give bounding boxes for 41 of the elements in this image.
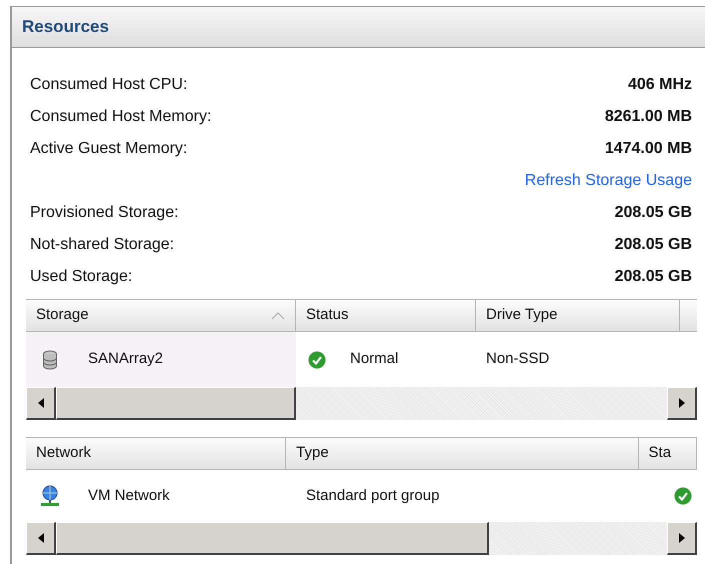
stat-value: 406 MHz bbox=[628, 75, 692, 95]
scrollbar-thumb[interactable] bbox=[56, 522, 489, 555]
stat-label: Provisioned Storage: bbox=[30, 203, 179, 223]
column-header[interactable]: Drive Type bbox=[476, 300, 680, 331]
horizontal-scrollbar[interactable] bbox=[26, 387, 697, 420]
stat-value: 8261.00 MB bbox=[604, 107, 692, 127]
column-header[interactable]: Network bbox=[26, 438, 286, 469]
stat-value: 208.05 GB bbox=[614, 235, 692, 255]
stat-label: Active Guest Memory: bbox=[30, 139, 188, 159]
refresh-storage-link[interactable]: Refresh Storage Usage bbox=[524, 169, 692, 193]
column-header[interactable]: Sta bbox=[638, 438, 697, 469]
scroll-left-button[interactable] bbox=[26, 387, 56, 420]
table-cell: Normal bbox=[296, 332, 476, 387]
left-arrow-icon bbox=[38, 398, 44, 408]
panel-title: Resources bbox=[22, 16, 109, 38]
stat-label: Not-shared Storage: bbox=[30, 235, 174, 255]
left-arrow-icon bbox=[38, 533, 44, 543]
check-status-icon bbox=[308, 350, 326, 368]
stat-label: Used Storage: bbox=[30, 267, 132, 287]
scroll-right-button[interactable] bbox=[667, 522, 697, 555]
stat-value: 208.05 GB bbox=[614, 267, 692, 287]
stat-value: 208.05 GB bbox=[614, 203, 692, 223]
table-cell[interactable]: VM Network bbox=[26, 470, 296, 522]
table-cell-text: Non-SSD bbox=[485, 349, 550, 370]
table-cell[interactable]: SANArray2 bbox=[26, 332, 296, 387]
stat-value: 1474.00 MB bbox=[604, 139, 692, 159]
table-cell-text: Standard port group bbox=[305, 486, 440, 506]
scrollbar-thumb[interactable] bbox=[56, 387, 296, 420]
network-globe-icon bbox=[40, 485, 60, 507]
scroll-right-button[interactable] bbox=[667, 387, 697, 420]
check-status-icon bbox=[674, 487, 692, 505]
right-arrow-icon bbox=[678, 533, 684, 543]
stat-label: Consumed Host Memory: bbox=[30, 107, 212, 127]
column-header[interactable]: Storage bbox=[26, 300, 296, 331]
column-header[interactable]: Status bbox=[296, 300, 476, 331]
column-header[interactable]: Type bbox=[286, 438, 639, 469]
horizontal-scrollbar[interactable] bbox=[26, 522, 697, 555]
scroll-left-button[interactable] bbox=[26, 522, 56, 555]
stat-label: Consumed Host CPU: bbox=[30, 75, 188, 95]
right-arrow-icon bbox=[678, 398, 684, 408]
database-icon bbox=[42, 350, 58, 370]
